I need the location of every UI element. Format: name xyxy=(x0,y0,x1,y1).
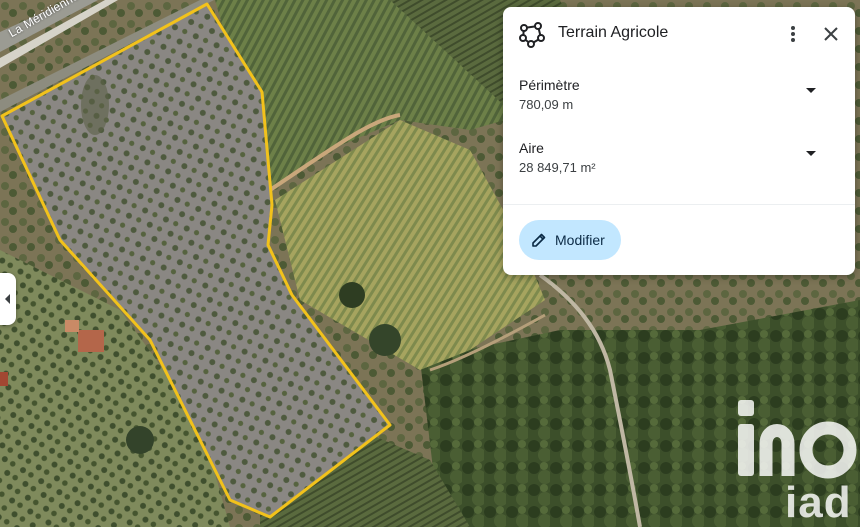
close-icon xyxy=(824,27,838,41)
polygon-measure-icon xyxy=(519,22,545,48)
measurement-panel: Terrain Agricole Périmètre 780,09 m Aire… xyxy=(503,7,855,275)
caret-down-icon[interactable] xyxy=(803,146,819,160)
collapse-side-panel-button[interactable] xyxy=(0,273,16,325)
panel-divider xyxy=(503,204,855,205)
edit-button[interactable]: Modifier xyxy=(519,220,621,260)
edit-button-label: Modifier xyxy=(555,232,605,248)
area-row[interactable]: Aire 28 849,71 m² xyxy=(503,140,855,192)
panel-title: Terrain Agricole xyxy=(558,24,669,41)
more-vert-icon xyxy=(791,26,795,42)
perimeter-label: Périmètre xyxy=(519,77,580,93)
close-button[interactable] xyxy=(819,21,843,47)
perimeter-value: 780,09 m xyxy=(519,97,574,112)
panel-header: Terrain Agricole xyxy=(503,7,855,61)
chevron-left-icon xyxy=(5,294,10,304)
more-options-button[interactable] xyxy=(781,21,805,47)
area-value: 28 849,71 m² xyxy=(519,160,596,175)
caret-down-icon[interactable] xyxy=(803,83,819,97)
brand-watermark: iad xyxy=(785,478,852,527)
perimeter-row[interactable]: Périmètre 780,09 m xyxy=(503,77,855,129)
area-label: Aire xyxy=(519,140,544,156)
pencil-icon xyxy=(532,233,546,247)
